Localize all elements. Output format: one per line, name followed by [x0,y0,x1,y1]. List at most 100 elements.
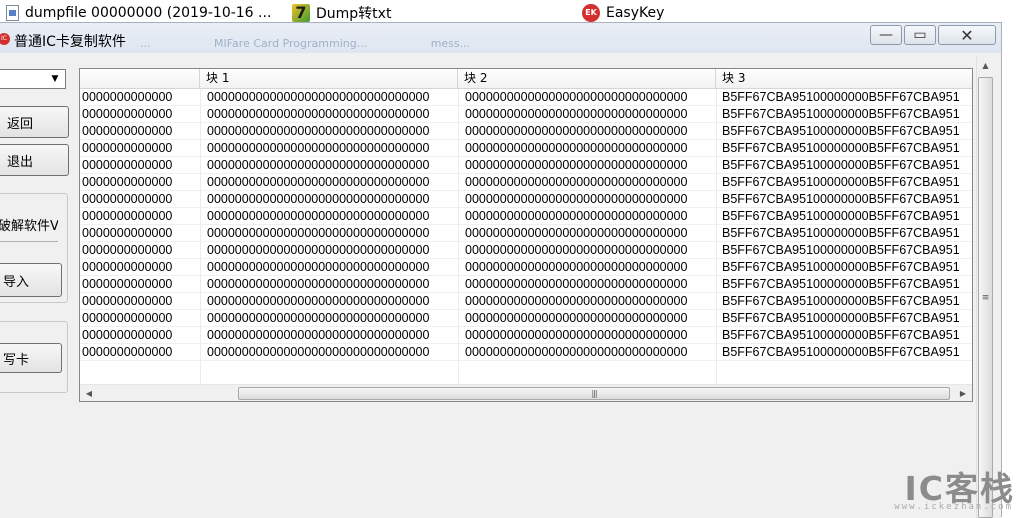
data-grid[interactable]: 块 1 块 2 块 3 0000000000000 000000000000000… [79,68,973,402]
table-cell[interactable]: 00000000000000000000000000000000 [464,344,715,361]
table-cell[interactable]: 00000000000000000000000000000000 [206,225,457,242]
table-cell[interactable]: 00000000000000000000000000000000 [464,225,715,242]
table-cell[interactable]: B5FF67CBA95100000000B5FF67CBA951 [721,344,972,361]
table-cell[interactable]: B5FF67CBA95100000000B5FF67CBA951 [721,123,972,140]
table-cell[interactable]: 0000000000000 [81,276,200,293]
column-header[interactable]: 块 2 [458,69,716,88]
table-cell[interactable]: B5FF67CBA95100000000B5FF67CBA951 [721,89,972,106]
table-row[interactable]: 0000000000000 000000000000000000000000000… [80,242,972,259]
column-header[interactable] [80,69,200,88]
reader-select[interactable]: ▼ [0,69,66,89]
table-cell[interactable]: 0000000000000 [81,344,200,361]
import-button[interactable]: 导入 [0,263,62,297]
table-row[interactable]: 0000000000000 000000000000000000000000000… [80,293,972,310]
table-cell[interactable]: B5FF67CBA95100000000B5FF67CBA951 [721,259,972,276]
table-cell[interactable]: 00000000000000000000000000000000 [206,140,457,157]
table-cell[interactable]: B5FF67CBA95100000000B5FF67CBA951 [721,225,972,242]
table-cell[interactable]: 0000000000000 [81,225,200,242]
table-cell[interactable]: 0000000000000 [81,327,200,344]
table-cell[interactable]: B5FF67CBA95100000000B5FF67CBA951 [721,327,972,344]
table-row[interactable]: 0000000000000 000000000000000000000000000… [80,327,972,344]
table-cell[interactable]: 00000000000000000000000000000000 [206,276,457,293]
table-cell[interactable]: B5FF67CBA95100000000B5FF67CBA951 [721,191,972,208]
table-cell[interactable]: 00000000000000000000000000000000 [206,208,457,225]
minimize-button[interactable]: — [870,25,902,45]
table-row[interactable]: 0000000000000 000000000000000000000000000… [80,174,972,191]
table-cell[interactable]: B5FF67CBA95100000000B5FF67CBA951 [721,310,972,327]
table-cell[interactable]: 00000000000000000000000000000000 [206,327,457,344]
table-row[interactable]: 0000000000000 000000000000000000000000000… [80,89,972,106]
crack-software-field[interactable]: 破解软件V [0,213,58,242]
table-cell[interactable]: 00000000000000000000000000000000 [206,242,457,259]
title-bar[interactable]: IC 普通IC卡复制软件 ... MIFare Card Programming… [0,23,1001,53]
table-cell[interactable]: 0000000000000 [81,310,200,327]
table-row[interactable]: 0000000000000 000000000000000000000000000… [80,208,972,225]
table-cell[interactable]: 00000000000000000000000000000000 [464,106,715,123]
table-cell[interactable]: 00000000000000000000000000000000 [464,276,715,293]
table-cell[interactable]: 00000000000000000000000000000000 [464,259,715,276]
vertical-scrollbar[interactable]: ▲ ≡ [976,57,994,518]
table-cell[interactable]: B5FF67CBA95100000000B5FF67CBA951 [721,140,972,157]
table-cell[interactable]: 00000000000000000000000000000000 [206,293,457,310]
table-cell[interactable]: 00000000000000000000000000000000 [206,157,457,174]
table-cell[interactable]: 00000000000000000000000000000000 [206,174,457,191]
table-cell[interactable]: B5FF67CBA95100000000B5FF67CBA951 [721,276,972,293]
table-cell[interactable]: 00000000000000000000000000000000 [206,123,457,140]
table-cell[interactable]: 0000000000000 [81,123,200,140]
table-cell[interactable]: 00000000000000000000000000000000 [464,123,715,140]
exit-button[interactable]: 退出 [0,144,69,176]
table-row[interactable]: 0000000000000 000000000000000000000000000… [80,157,972,174]
table-cell[interactable]: 00000000000000000000000000000000 [464,174,715,191]
scroll-right-icon[interactable]: ▶ [957,387,969,400]
taskbar-item-dump-to-txt[interactable]: 7 Dump转txt [292,3,391,23]
table-cell[interactable]: 00000000000000000000000000000000 [206,191,457,208]
table-cell[interactable]: 00000000000000000000000000000000 [206,259,457,276]
table-cell[interactable]: 00000000000000000000000000000000 [464,293,715,310]
scroll-left-icon[interactable]: ◀ [83,387,95,400]
table-cell[interactable]: 0000000000000 [81,157,200,174]
table-cell[interactable]: B5FF67CBA95100000000B5FF67CBA951 [721,242,972,259]
table-row[interactable]: 0000000000000 000000000000000000000000000… [80,344,972,361]
table-cell[interactable]: 0000000000000 [81,89,200,106]
table-cell[interactable]: 0000000000000 [81,174,200,191]
maximize-button[interactable]: ▭ [904,25,936,45]
table-cell[interactable]: 0000000000000 [81,106,200,123]
table-cell[interactable]: 00000000000000000000000000000000 [206,89,457,106]
table-cell[interactable]: 0000000000000 [81,191,200,208]
table-row[interactable]: 0000000000000 000000000000000000000000000… [80,140,972,157]
table-row[interactable]: 0000000000000 000000000000000000000000000… [80,310,972,327]
table-cell[interactable]: 0000000000000 [81,293,200,310]
taskbar-item-dumpfile[interactable]: dumpfile 00000000 (2019-10-16 ... [6,3,271,23]
table-cell[interactable]: 00000000000000000000000000000000 [206,310,457,327]
table-cell[interactable]: 0000000000000 [81,242,200,259]
horizontal-scrollbar[interactable]: ◀ ||| ▶ [80,384,972,401]
table-row[interactable]: 0000000000000 000000000000000000000000000… [80,123,972,140]
table-cell[interactable]: 00000000000000000000000000000000 [464,140,715,157]
table-cell[interactable]: B5FF67CBA95100000000B5FF67CBA951 [721,157,972,174]
scroll-up-icon[interactable]: ▲ [979,59,992,72]
table-cell[interactable]: 00000000000000000000000000000000 [464,310,715,327]
table-cell[interactable]: 0000000000000 [81,140,200,157]
table-row[interactable]: 0000000000000 000000000000000000000000000… [80,225,972,242]
vertical-scroll-thumb[interactable]: ≡ [978,77,993,518]
table-cell[interactable]: 00000000000000000000000000000000 [464,191,715,208]
table-cell[interactable]: B5FF67CBA95100000000B5FF67CBA951 [721,106,972,123]
table-cell[interactable]: B5FF67CBA95100000000B5FF67CBA951 [721,208,972,225]
table-cell[interactable]: B5FF67CBA95100000000B5FF67CBA951 [721,174,972,191]
chevron-down-icon[interactable]: ▼ [47,71,63,87]
table-cell[interactable]: 00000000000000000000000000000000 [464,89,715,106]
table-row[interactable]: 0000000000000 000000000000000000000000000… [80,191,972,208]
table-cell[interactable]: 00000000000000000000000000000000 [464,208,715,225]
table-cell[interactable]: 0000000000000 [81,208,200,225]
table-cell[interactable]: B5FF67CBA95100000000B5FF67CBA951 [721,293,972,310]
table-row[interactable]: 0000000000000 000000000000000000000000000… [80,276,972,293]
table-cell[interactable]: 00000000000000000000000000000000 [464,327,715,344]
table-cell[interactable]: 00000000000000000000000000000000 [464,157,715,174]
table-cell[interactable]: 00000000000000000000000000000000 [464,242,715,259]
taskbar-item-easykey[interactable]: EK EasyKey [582,3,664,23]
table-cell[interactable]: 0000000000000 [81,259,200,276]
column-header[interactable]: 块 1 [200,69,458,88]
table-cell[interactable]: 00000000000000000000000000000000 [206,344,457,361]
column-header[interactable]: 块 3 [716,69,972,88]
horizontal-scroll-thumb[interactable]: ||| [238,387,950,400]
